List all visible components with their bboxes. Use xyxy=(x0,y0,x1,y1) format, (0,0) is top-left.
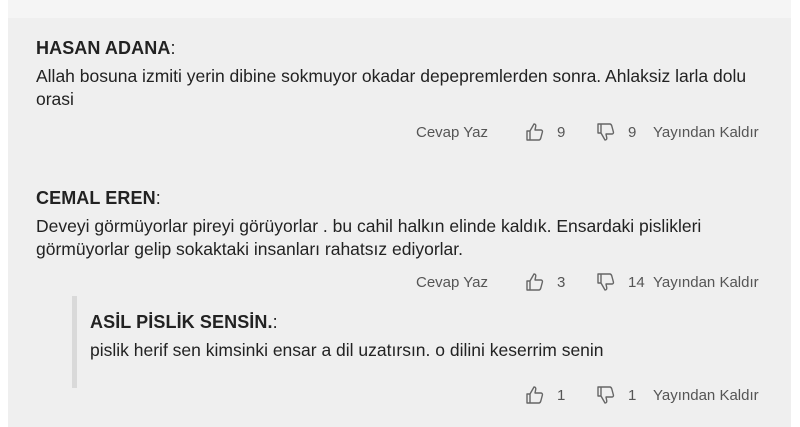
comments-panel: HASAN ADANA: Allah bosuna izmiti yerin d… xyxy=(8,0,791,427)
reply-actions: 1 1 Yayından Kaldır xyxy=(8,385,791,407)
reply-button[interactable]: Cevap Yaz xyxy=(416,274,488,291)
comment-header: HASAN ADANA: xyxy=(36,38,781,59)
like-count: 3 xyxy=(557,274,566,291)
comment-author: HASAN ADANA xyxy=(36,38,171,58)
like-count: 1 xyxy=(557,387,566,404)
thumbs-up-icon[interactable] xyxy=(525,385,545,405)
thumbs-down-icon[interactable] xyxy=(596,272,616,292)
comment: HASAN ADANA: Allah bosuna izmiti yerin d… xyxy=(36,38,781,111)
author-colon: : xyxy=(272,312,278,332)
divider xyxy=(8,0,791,18)
reply-header: ASİL PİSLİK SENSİN.: xyxy=(90,312,770,333)
remove-button[interactable]: Yayından Kaldır xyxy=(653,274,759,291)
author-colon: : xyxy=(155,188,161,208)
comment-author: CEMAL EREN xyxy=(36,188,156,208)
remove-button[interactable]: Yayından Kaldır xyxy=(653,387,759,404)
remove-button[interactable]: Yayından Kaldır xyxy=(653,124,759,141)
thumbs-up-icon[interactable] xyxy=(525,272,545,292)
author-colon: : xyxy=(170,38,176,58)
reply-text: pislik herif sen kimsinki ensar a dil uz… xyxy=(90,340,604,360)
comment-actions: Cevap Yaz 3 14 Yayından Kaldır xyxy=(8,272,791,294)
reply-thread: ASİL PİSLİK SENSİN.: pislik herif sen ki… xyxy=(72,296,786,388)
dislike-count: 9 xyxy=(628,124,637,141)
comment: CEMAL EREN: Deveyi görmüyorlar pireyi gö… xyxy=(36,188,781,261)
dislike-count: 1 xyxy=(628,387,637,404)
reply: ASİL PİSLİK SENSİN.: pislik herif sen ki… xyxy=(90,312,770,362)
reply-button[interactable]: Cevap Yaz xyxy=(416,124,488,141)
thumbs-down-icon[interactable] xyxy=(596,122,616,142)
comment-text: Allah bosuna izmiti yerin dibine sokmuyo… xyxy=(36,66,747,109)
thumbs-down-icon[interactable] xyxy=(596,385,616,405)
thumbs-up-icon[interactable] xyxy=(525,122,545,142)
comment-header: CEMAL EREN: xyxy=(36,188,781,209)
like-count: 9 xyxy=(557,124,566,141)
dislike-count: 14 xyxy=(628,274,645,291)
reply-author: ASİL PİSLİK SENSİN. xyxy=(90,312,273,332)
comment-actions: Cevap Yaz 9 9 Yayından Kaldır xyxy=(8,122,791,144)
comment-text: Deveyi görmüyorlar pireyi görüyorlar . b… xyxy=(36,216,702,259)
